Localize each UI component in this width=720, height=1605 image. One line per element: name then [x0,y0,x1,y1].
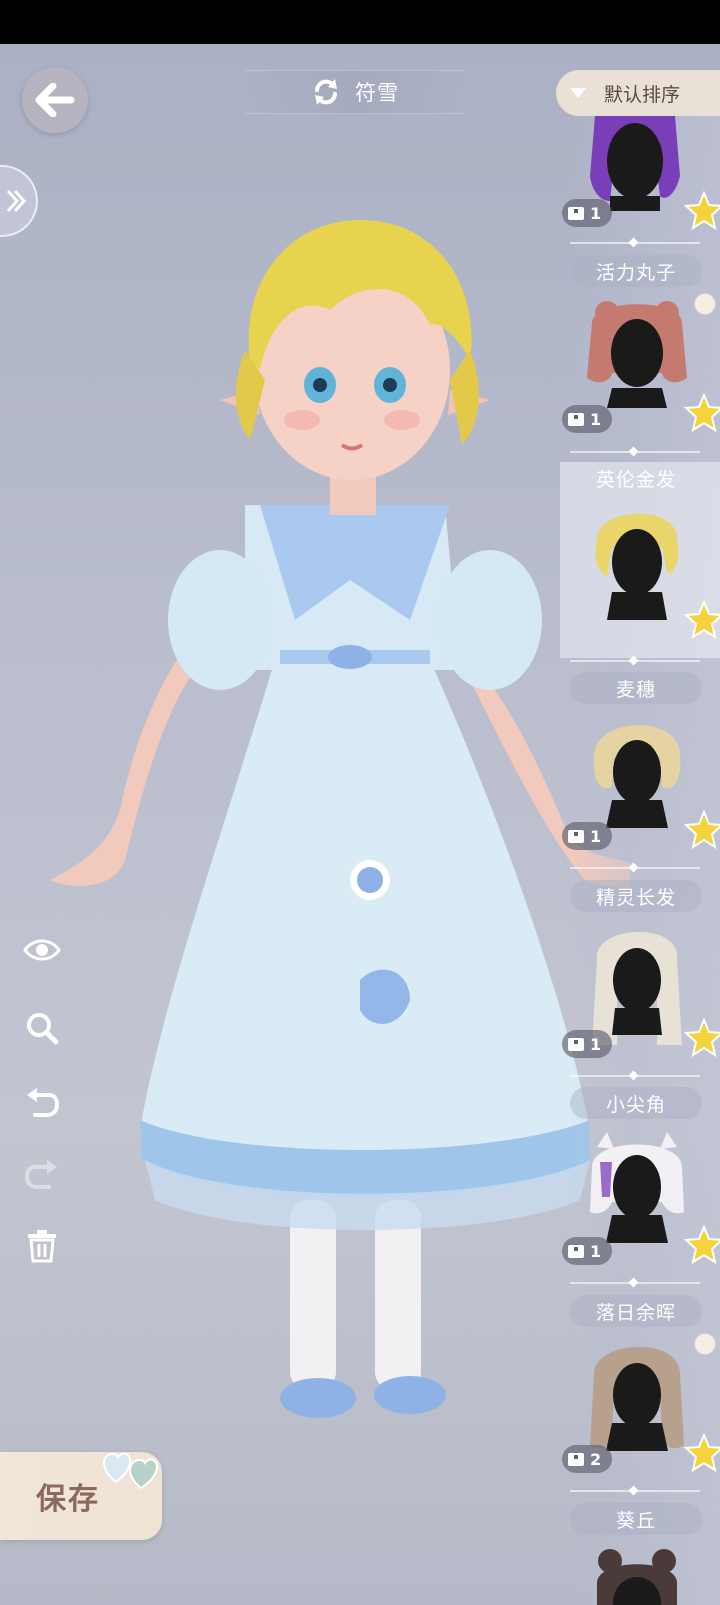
hair-item[interactable]: 麦穗 1 [560,672,720,862]
hair-item-name: 精灵长发 [570,880,702,912]
star-rarity-icon [684,1225,720,1265]
hair-preview-blonde [595,513,679,620]
palette-icon [694,1333,716,1355]
hair-preview-sunset [590,1346,684,1451]
owned-count-badge: 1 [562,1030,612,1058]
character-name: 符雪 [355,81,399,105]
hearts-decoration-icon [103,1452,158,1490]
palette-icon [694,293,716,315]
list-divider [570,867,700,869]
hair-item-name: 麦穗 [570,672,702,704]
visibility-toggle[interactable] [22,930,62,970]
delete-button[interactable] [22,1226,62,1266]
double-chevron-right-icon [6,189,27,213]
sort-dropdown[interactable]: 默认排序 [556,70,720,116]
owned-count-badge: 1 [562,1237,612,1265]
undo-button[interactable] [22,1083,62,1123]
hair-item[interactable]: 活力丸子 1 [560,255,720,445]
character-switcher[interactable]: 符雪 [245,70,465,114]
back-button[interactable] [22,67,88,133]
hair-item[interactable]: 小尖角 1 [560,1087,720,1277]
zoom-icon [27,1013,59,1045]
eye-icon [23,939,61,961]
star-rarity-icon [684,810,720,850]
owned-count-badge: 1 [562,199,612,227]
hair-item-name: 活力丸子 [570,255,702,287]
star-rarity-icon [684,1433,720,1473]
hair-item-name: 落日余晖 [570,1295,702,1327]
hair-item-selected[interactable]: 英伦金发 [560,462,720,658]
hair-preview-wheat [593,725,681,828]
hair-item[interactable]: 落日余晖 2 [560,1295,720,1485]
owned-count-badge: 1 [562,405,612,433]
zoom-button[interactable] [22,1008,62,1048]
list-divider [570,451,700,453]
trash-icon [28,1230,56,1263]
hair-item-name: 英伦金发 [595,468,676,491]
hair-preview-horns [590,1132,684,1243]
sort-label: 默认排序 [604,83,681,106]
star-rarity-icon [684,600,720,640]
hair-item-name: 小尖角 [570,1087,702,1119]
hair-preview-purple [590,116,680,211]
back-arrow-icon [35,83,75,117]
hair-preview-buns [587,301,687,408]
list-divider [570,1282,700,1284]
hair-preview-dark-buns [597,1549,677,1605]
hair-item[interactable]: 精灵长发 1 [560,880,720,1070]
hair-item[interactable]: 1 [560,116,720,236]
list-divider [570,1490,700,1492]
redo-button[interactable] [22,1155,62,1195]
list-divider [570,242,700,244]
save-button[interactable]: 保存 [0,1452,162,1540]
dropdown-triangle-icon [570,88,586,98]
star-rarity-icon [684,1018,720,1058]
character-model[interactable] [30,200,630,1430]
owned-count-badge: 2 [562,1445,612,1473]
undo-icon [27,1088,59,1117]
star-rarity-icon [684,191,720,231]
owned-count-badge: 1 [562,822,612,850]
list-divider [570,1075,700,1077]
save-label: 保存 [36,1482,100,1517]
star-rarity-icon [684,393,720,433]
list-divider [570,660,700,662]
switch-icon [315,79,337,105]
redo-icon [25,1160,57,1189]
hair-item-name: 葵丘 [570,1503,702,1535]
status-bar [0,0,720,44]
hair-item[interactable]: 葵丘 [560,1503,720,1605]
